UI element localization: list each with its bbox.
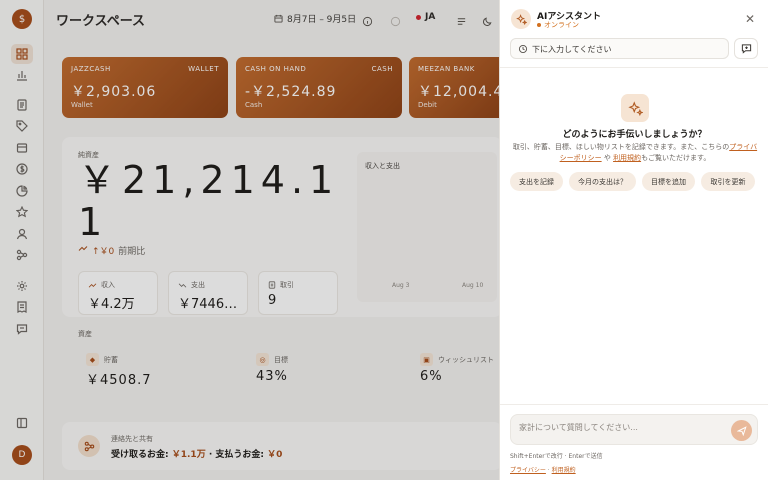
send-icon [736, 425, 747, 436]
sparkles-icon [621, 94, 649, 122]
history-text: 下に入力してください [532, 45, 612, 54]
welcome-text: 取引、貯蓄、目標、ほしい物リストを記録できます。また、こちらの [512, 143, 730, 151]
online-dot-icon [537, 23, 541, 27]
suggestion-chip[interactable]: 支出を記録 [510, 172, 563, 191]
history-selector[interactable]: 下に入力してください [510, 38, 729, 59]
assistant-header: AIアシスタント オンライン ✕ 下に入力してください [500, 0, 768, 68]
welcome-text: もご覧いただけます。 [641, 154, 711, 162]
welcome-text: や [601, 154, 614, 162]
status-label: オンライン [544, 21, 579, 29]
send-button[interactable] [731, 420, 752, 441]
input-hint: Shift+Enterで改行 · Enterで送信 [510, 453, 603, 460]
chat-input-box [510, 414, 758, 445]
suggestion-chip[interactable]: 今月の支出は？ [569, 172, 636, 191]
history-icon [518, 44, 528, 54]
message-plus-icon [741, 44, 751, 54]
suggestion-chip[interactable]: 取引を更新 [701, 172, 755, 191]
assistant-status: オンライン [537, 20, 579, 30]
footer-terms-link[interactable]: 利用規約 [552, 467, 576, 474]
footer-links: プライバシー · 利用規約 [510, 465, 576, 474]
footer-privacy-link[interactable]: プライバシー [510, 467, 546, 474]
welcome-title: どのようにお手伝いしましょうか？ [562, 130, 707, 140]
ai-assistant-panel: AIアシスタント オンライン ✕ 下に入力してください どのようにお手伝いしまし… [499, 0, 768, 480]
assistant-footer: Shift+Enterで改行 · Enterで送信 プライバシー · 利用規約 [500, 404, 768, 480]
modal-backdrop[interactable] [0, 0, 500, 480]
chat-input[interactable] [519, 423, 729, 432]
new-chat-button[interactable] [734, 38, 758, 59]
terms-link[interactable]: 利用規約 [613, 154, 641, 162]
suggestion-chip[interactable]: 目標を追加 [642, 172, 695, 191]
welcome-body: 取引、貯蓄、目標、ほしい物リストを記録できます。また、こちらのプライバシーポリシ… [510, 142, 760, 164]
close-icon[interactable]: ✕ [745, 12, 755, 26]
sparkles-icon [511, 9, 531, 29]
